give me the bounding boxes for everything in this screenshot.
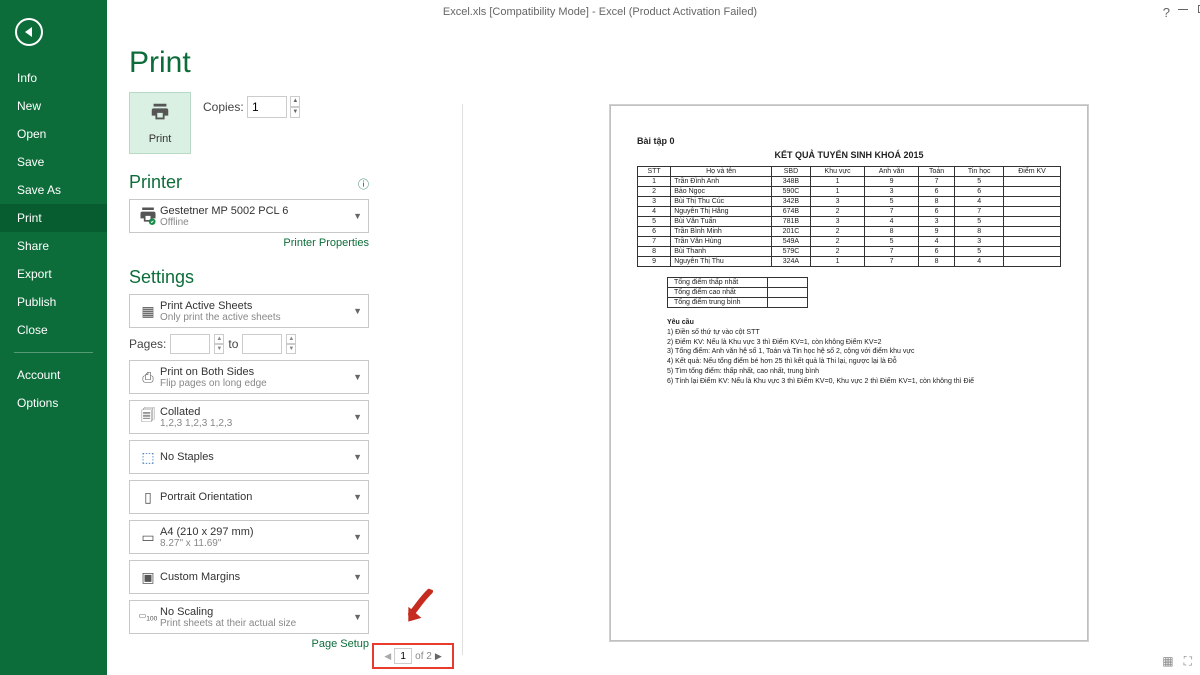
printer-properties-link[interactable]: Printer Properties (283, 237, 369, 249)
chevron-down-icon: ▼ (353, 211, 362, 221)
chevron-down-icon: ▼ (353, 452, 362, 462)
title-bar: Excel.xls [Compatibility Mode] - Excel (… (0, 0, 1200, 24)
sidebar-item-account[interactable]: Account (0, 361, 107, 389)
page-navigator: ◀ of 2 ▶ (372, 643, 454, 669)
pages-from-spinner[interactable]: ▲▼ (214, 334, 224, 354)
preview-heading: KẾT QUẢ TUYỂN SINH KHOÁ 2015 (637, 150, 1061, 160)
sheets-icon: ▦ (136, 303, 160, 320)
margins-icon: ▣ (136, 569, 160, 586)
page-setup-link[interactable]: Page Setup (312, 638, 370, 650)
preview-notes: Yêu cầu 1) Điền số thứ tự vào cột STT2) … (667, 318, 1061, 387)
pages-range: Pages: ▲▼ to ▲▼ (129, 334, 369, 354)
stapler-icon: ⬚ (136, 449, 160, 466)
pages-label: Pages: (129, 337, 166, 351)
printer-status: Offline (160, 217, 349, 228)
sidebar-item-open[interactable]: Open (0, 120, 107, 148)
print-button-label: Print (149, 133, 172, 145)
zoom-controls[interactable]: ▦ ⛶ (1162, 654, 1192, 669)
scaling-selector[interactable]: ▭100 No Scaling Print sheets at their ac… (129, 600, 369, 634)
printer-heading: Printer ⓘ (129, 172, 369, 193)
sidebar-item-options[interactable]: Options (0, 389, 107, 417)
pages-to-label: to (228, 337, 238, 351)
print-preview: Bài tập 0 KẾT QUẢ TUYỂN SINH KHOÁ 2015 S… (610, 105, 1088, 641)
minimize-icon[interactable] (1178, 9, 1188, 10)
page-total-label: of 2 (415, 651, 432, 662)
preview-doc-title: Bài tập 0 (637, 136, 1061, 146)
next-page-button[interactable]: ▶ (435, 651, 442, 662)
chevron-down-icon: ▼ (353, 306, 362, 316)
sidebar-item-info[interactable]: Info (0, 64, 107, 92)
orientation-selector[interactable]: ▯ Portrait Orientation ▼ (129, 480, 369, 514)
prev-page-button[interactable]: ◀ (384, 651, 391, 662)
help-icon[interactable]: ? (1163, 5, 1170, 20)
settings-heading: Settings (129, 267, 369, 288)
sidebar-item-export[interactable]: Export (0, 260, 107, 288)
pages-from-input[interactable] (170, 334, 210, 354)
back-button[interactable] (15, 18, 43, 46)
sidebar-item-save[interactable]: Save (0, 148, 107, 176)
copies-label: Copies: (203, 100, 244, 114)
margins-selector[interactable]: ▣ Custom Margins ▼ (129, 560, 369, 594)
sidebar-item-save-as[interactable]: Save As (0, 176, 107, 204)
pages-to-input[interactable] (242, 334, 282, 354)
current-page-input[interactable] (394, 648, 412, 664)
printer-icon (149, 101, 171, 129)
chevron-down-icon: ▼ (353, 532, 362, 542)
chevron-down-icon: ▼ (353, 372, 362, 382)
paper-size-selector[interactable]: ▭ A4 (210 x 297 mm) 8.27" x 11.69" ▼ (129, 520, 369, 554)
copies-group: Copies: ▲▼ (203, 96, 300, 118)
staples-selector[interactable]: ⬚ No Staples ▼ (129, 440, 369, 474)
sidebar-item-close[interactable]: Close (0, 316, 107, 344)
sidebar-item-print[interactable]: Print (0, 204, 107, 232)
duplex-icon: ⎙ (136, 369, 160, 386)
copies-spinner[interactable]: ▲▼ (290, 96, 300, 118)
sidebar-item-publish[interactable]: Publish (0, 288, 107, 316)
collate-selector[interactable]: 🗐 Collated 1,2,3 1,2,3 1,2,3 ▼ (129, 400, 369, 434)
printer-info-icon[interactable]: ⓘ (358, 176, 369, 192)
chevron-down-icon: ▼ (353, 412, 362, 422)
preview-summary-table: Tổng điểm thấp nhất Tổng điểm cao nhất T… (667, 277, 808, 308)
sidebar-item-new[interactable]: New (0, 92, 107, 120)
window-title: Excel.xls [Compatibility Mode] - Excel (… (443, 6, 757, 18)
sidebar-item-share[interactable]: Share (0, 232, 107, 260)
print-options-column: Print Copies: ▲▼ Printer ⓘ Gestetner MP … (129, 92, 369, 650)
copies-input[interactable] (247, 96, 287, 118)
backstage-sidebar: InfoNewOpenSaveSave AsPrintShareExportPu… (0, 0, 107, 675)
vertical-divider (462, 104, 463, 655)
chevron-down-icon: ▼ (353, 492, 362, 502)
scaling-icon: ▭100 (136, 611, 160, 623)
printer-device-icon (136, 205, 160, 228)
chevron-down-icon: ▼ (353, 572, 362, 582)
printer-name: Gestetner MP 5002 PCL 6 (160, 205, 349, 217)
printer-selector[interactable]: Gestetner MP 5002 PCL 6 Offline ▼ (129, 199, 369, 233)
portrait-icon: ▯ (136, 489, 160, 506)
sides-selector[interactable]: ⎙ Print on Both Sides Flip pages on long… (129, 360, 369, 394)
page-icon: ▭ (136, 529, 160, 546)
print-button[interactable]: Print (129, 92, 191, 154)
print-what-selector[interactable]: ▦ Print Active Sheets Only print the act… (129, 294, 369, 328)
collate-icon: 🗐 (136, 405, 160, 429)
page-title: Print (129, 46, 1178, 80)
chevron-down-icon: ▼ (353, 612, 362, 622)
preview-table: STTHọ và tênSBDKhu vựcAnh vănToánTin học… (637, 166, 1061, 267)
pages-to-spinner[interactable]: ▲▼ (286, 334, 296, 354)
